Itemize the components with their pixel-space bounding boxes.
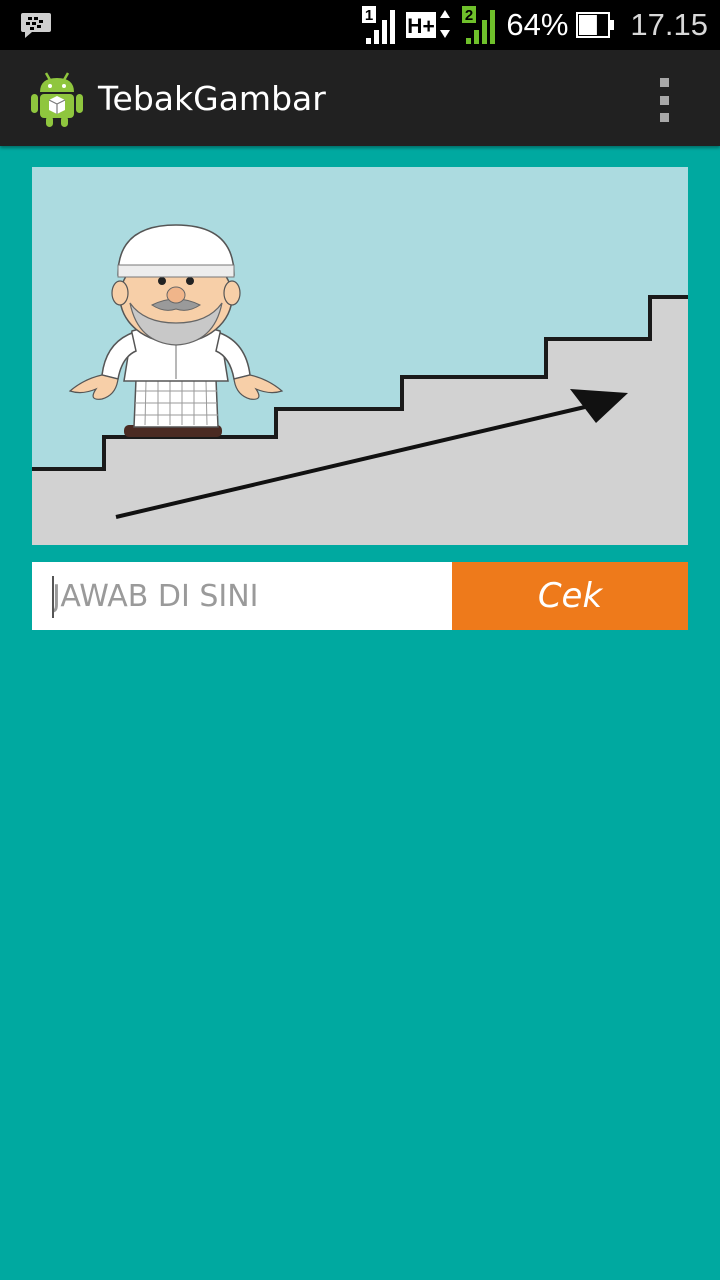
status-bar: 1 H+ 2 64% 17.15: [0, 0, 720, 50]
battery-percentage: 64%: [506, 7, 569, 42]
menu-dot: [659, 95, 669, 105]
sim1-signal-icon: 1: [362, 6, 396, 44]
answer-row: Cek: [32, 562, 688, 630]
check-button-label: Cek: [537, 576, 603, 616]
action-bar: TebakGambar: [0, 50, 720, 146]
network-type-icon: H+: [406, 10, 451, 38]
menu-dot: [659, 113, 669, 122]
menu-dot: [659, 78, 669, 87]
overflow-menu-icon[interactable]: [652, 78, 676, 122]
network-label: H+: [408, 15, 435, 38]
app-title: TebakGambar: [98, 79, 326, 118]
answer-input[interactable]: [32, 562, 452, 630]
cartoon-man-stairs-arrow-image: [32, 167, 688, 545]
sim2-signal-icon: 2: [462, 6, 496, 44]
android-robot-icon[interactable]: [30, 70, 84, 128]
check-button[interactable]: Cek: [452, 562, 688, 630]
text-cursor: [52, 576, 54, 618]
bbm-chat-icon: [21, 13, 51, 38]
sim1-label: 1: [365, 7, 373, 24]
clock: 17.15: [630, 7, 708, 42]
battery-icon: [576, 12, 615, 38]
sim2-label: 2: [465, 7, 473, 24]
puzzle-picture: [32, 167, 688, 545]
